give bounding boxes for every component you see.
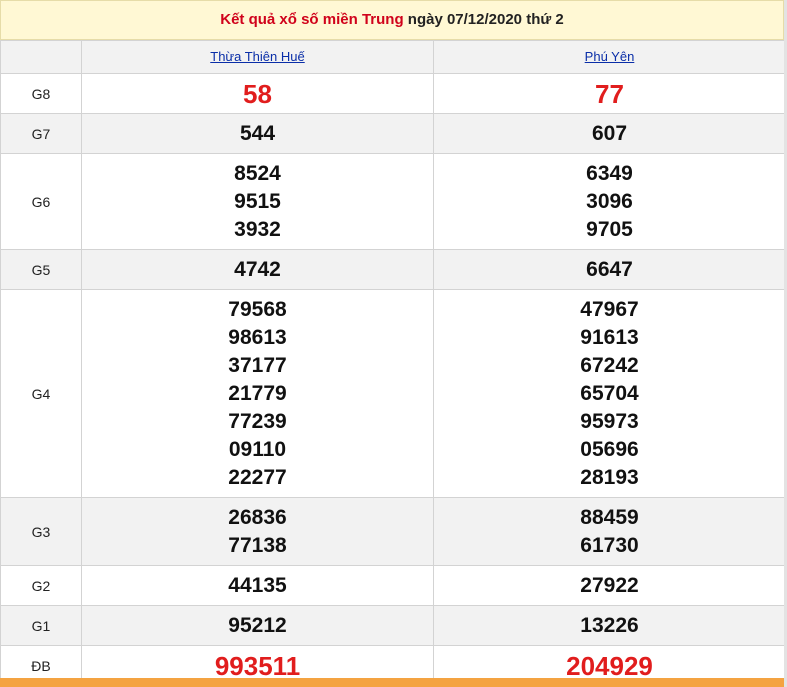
prize-row: G6 8524 9515 3932 6349 3096 9705 <box>0 153 786 250</box>
prize-number: 3932 <box>234 217 281 241</box>
prize-row: G3 26836 77138 88459 61730 <box>0 497 786 566</box>
prize-number: 98613 <box>228 325 287 349</box>
prize-cell: 58 <box>81 73 434 114</box>
prize-label: G5 <box>0 249 82 290</box>
prize-number: 61730 <box>580 533 639 557</box>
results-header: Kết quả xổ số miền Trung ngày 07/12/2020… <box>0 0 784 40</box>
prize-cell: 544 <box>81 113 434 154</box>
prize-label: G3 <box>0 497 82 566</box>
prize-number: 91613 <box>580 325 639 349</box>
prize-label: G2 <box>0 565 82 606</box>
prize-label: G8 <box>0 73 82 114</box>
prize-number: 9515 <box>234 189 281 213</box>
prize-cell: 13226 <box>433 605 786 646</box>
prize-number: 8524 <box>234 161 281 185</box>
prize-number: 09110 <box>228 437 287 461</box>
prize-number: 77239 <box>228 409 287 433</box>
prize-row: G8 58 77 <box>0 73 786 114</box>
prize-number: 22277 <box>228 465 287 489</box>
province-header-row: Thừa Thiên Huế Phú Yên <box>0 40 786 74</box>
prize-cell: 77 <box>433 73 786 114</box>
prize-row: G5 4742 6647 <box>0 249 786 290</box>
prize-number: 4742 <box>234 257 281 281</box>
prize-number: 9705 <box>586 217 633 241</box>
prize-number: 88459 <box>580 505 639 529</box>
prize-number: 204929 <box>566 650 653 681</box>
prize-number: 37177 <box>228 353 287 377</box>
prize-row: G7 544 607 <box>0 113 786 154</box>
prize-label: G1 <box>0 605 82 646</box>
province-link-thua-thien-hue[interactable]: Thừa Thiên Huế <box>210 49 304 64</box>
province-link-phu-yen[interactable]: Phú Yên <box>585 49 635 64</box>
results-container: Kết quả xổ số miền Trung ngày 07/12/2020… <box>0 0 786 686</box>
prize-row: G2 44135 27922 <box>0 565 786 606</box>
prize-cell: 47967 91613 67242 65704 95973 05696 28193 <box>433 289 786 498</box>
prize-row: G4 79568 98613 37177 21779 77239 09110 22277 479… <box>0 289 786 498</box>
prize-label: G6 <box>0 153 82 250</box>
prize-cell: 88459 61730 <box>433 497 786 566</box>
prize-number: 44135 <box>228 573 287 597</box>
prize-number: 95973 <box>580 409 639 433</box>
prize-cell: 95212 <box>81 605 434 646</box>
prize-label: G4 <box>0 289 82 498</box>
prize-number: 67242 <box>580 353 639 377</box>
prize-cell: 79568 98613 37177 21779 77239 09110 22277 <box>81 289 434 498</box>
prize-number: 77138 <box>228 533 287 557</box>
prize-number: 79568 <box>228 297 287 321</box>
header-title-highlight: Kết quả xổ số miền Trung <box>220 11 404 28</box>
prize-number: 6349 <box>586 161 633 185</box>
prize-number: 95212 <box>228 613 287 637</box>
results-table: Thừa Thiên Huế Phú Yên G8 58 77 G7 544 607 G6 8… <box>0 40 786 686</box>
prize-number: 47967 <box>580 297 639 321</box>
prize-number: 05696 <box>580 437 639 461</box>
province-header-cell: Phú Yên <box>433 40 786 74</box>
prize-cell: 8524 9515 3932 <box>81 153 434 250</box>
prize-row: G1 95212 13226 <box>0 605 786 646</box>
prize-cell: 4742 <box>81 249 434 290</box>
prize-number: 6647 <box>586 257 633 281</box>
prize-number: 3096 <box>586 189 633 213</box>
corner-cell <box>0 40 82 74</box>
prize-label: G7 <box>0 113 82 154</box>
prize-cell: 607 <box>433 113 786 154</box>
prize-number: 993511 <box>214 650 301 681</box>
prize-cell: 6349 3096 9705 <box>433 153 786 250</box>
province-header-cell: Thừa Thiên Huế <box>81 40 434 74</box>
prize-number: 28193 <box>580 465 639 489</box>
footer-bar <box>0 678 784 687</box>
prize-number: 77 <box>595 78 624 109</box>
header-title-date: ngày 07/12/2020 thứ 2 <box>403 11 564 28</box>
prize-number: 65704 <box>580 381 639 405</box>
prize-number: 26836 <box>228 505 287 529</box>
prize-number: 544 <box>239 121 276 145</box>
prize-cell: 27922 <box>433 565 786 606</box>
prize-number: 13226 <box>580 613 639 637</box>
prize-number: 607 <box>591 121 628 145</box>
prize-cell: 26836 77138 <box>81 497 434 566</box>
prize-number: 21779 <box>228 381 287 405</box>
prize-cell: 6647 <box>433 249 786 290</box>
prize-cell: 44135 <box>81 565 434 606</box>
prize-number: 27922 <box>580 573 639 597</box>
prize-number: 58 <box>243 78 272 109</box>
